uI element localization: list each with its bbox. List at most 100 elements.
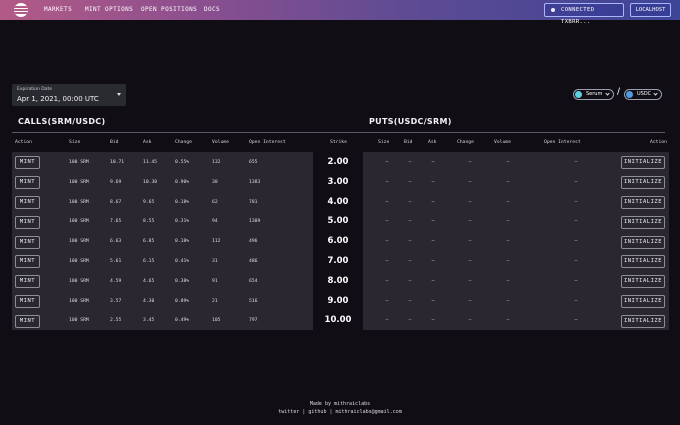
put-open-interest-cell: –	[574, 298, 578, 304]
chevron-down-icon	[605, 91, 610, 96]
footer-link-github[interactable]: github	[308, 409, 326, 415]
puts-header-open-interest: Open Interest	[544, 140, 581, 145]
put-open-interest-cell: –	[574, 239, 578, 245]
strike-price-cell: 9.00	[327, 295, 349, 306]
quote-asset-select[interactable]: USDC	[624, 89, 662, 100]
initialize-button[interactable]: INITIALIZE	[621, 215, 665, 229]
app-logo-icon[interactable]	[14, 3, 28, 17]
top-nav-bar: MARKETS MINT OPTIONS OPEN POSITIONS DOCS…	[0, 0, 680, 25]
initialize-button[interactable]: INITIALIZE	[621, 275, 665, 289]
put-open-interest-cell: –	[574, 259, 578, 264]
call-change-cell: 0.18%	[175, 199, 190, 205]
puts-header-bid: Bid	[404, 140, 413, 145]
strike-header: Strike	[330, 140, 347, 145]
calls-header-size: Size	[69, 140, 81, 145]
usdc-coin-icon	[626, 91, 633, 98]
header-divider	[12, 132, 665, 133]
call-ask-cell: 3.45	[143, 318, 155, 324]
call-open-interest-cell: 496	[249, 239, 258, 245]
network-button[interactable]: LOCALHOST	[630, 3, 671, 17]
call-bid-cell: 3.57	[110, 298, 122, 304]
nav-mint-options[interactable]: MINT OPTIONS	[85, 0, 133, 20]
call-change-cell: 0.38%	[175, 278, 190, 284]
call-change-cell: 0.89%	[175, 298, 190, 304]
call-volume-cell: 105	[212, 318, 221, 324]
strike-price-cell: 3.00	[327, 176, 349, 187]
serum-coin-icon	[575, 91, 582, 98]
nav-docs[interactable]: DOCS	[204, 0, 220, 20]
put-bid-cell: –	[408, 278, 412, 284]
put-volume-cell: –	[506, 179, 510, 185]
call-ask-cell: 11.45	[143, 160, 158, 165]
chevron-down-icon	[653, 91, 658, 96]
put-bid-cell: –	[408, 179, 412, 185]
call-bid-cell: 10.71	[110, 160, 125, 165]
call-open-interest-cell: 1383	[249, 179, 261, 185]
put-open-interest-cell: –	[574, 278, 578, 284]
puts-header-action: Action	[650, 140, 667, 145]
initialize-button[interactable]: INITIALIZE	[621, 195, 665, 209]
expiration-date-select[interactable]: Expiration Date Apr 1, 2021, 00:00 UTC	[12, 84, 126, 106]
initialize-button[interactable]: INITIALIZE	[621, 156, 665, 170]
puts-header-size: Size	[378, 140, 390, 145]
call-volume-cell: 38	[212, 179, 218, 185]
call-change-cell: 0.49%	[175, 318, 190, 324]
put-change-cell: –	[468, 318, 472, 324]
put-change-cell: –	[468, 179, 472, 185]
call-size-cell: 100 SRM	[69, 259, 89, 264]
mint-button[interactable]: MINT	[15, 195, 40, 209]
wallet-status-dot-icon	[551, 8, 555, 12]
puts-title: PUTS(USDC/SRM)	[369, 117, 452, 126]
wallet-button[interactable]: CONNECTED TXBRR...	[544, 3, 624, 25]
put-size-cell: –	[385, 259, 389, 264]
strike-price-cell: 2.00	[327, 157, 349, 167]
put-volume-cell: –	[506, 239, 510, 245]
initialize-button[interactable]: INITIALIZE	[621, 294, 665, 308]
calls-header-bid: Bid	[110, 140, 119, 145]
put-change-cell: –	[468, 259, 472, 264]
put-change-cell: –	[468, 298, 472, 304]
call-size-cell: 100 SRM	[69, 318, 89, 324]
footer-link-twitter[interactable]: twitter	[278, 409, 299, 415]
put-size-cell: –	[385, 199, 389, 205]
call-bid-cell: 9.69	[110, 179, 122, 185]
mint-button[interactable]: MINT	[15, 255, 40, 269]
initialize-button[interactable]: INITIALIZE	[621, 235, 665, 249]
put-change-cell: –	[468, 199, 472, 205]
call-change-cell: 0.90%	[175, 179, 190, 185]
call-ask-cell: 10.30	[143, 179, 158, 185]
call-change-cell: 0.18%	[175, 239, 190, 245]
base-asset-select[interactable]: Serum	[573, 89, 614, 100]
mint-button[interactable]: MINT	[15, 235, 40, 249]
mint-button[interactable]: MINT	[15, 314, 40, 328]
put-ask-cell: –	[431, 219, 435, 225]
put-ask-cell: –	[431, 259, 435, 264]
put-size-cell: –	[385, 239, 389, 245]
nav-markets[interactable]: MARKETS	[44, 0, 72, 20]
call-bid-cell: 7.65	[110, 219, 122, 225]
initialize-button[interactable]: INITIALIZE	[621, 255, 665, 269]
put-size-cell: –	[385, 219, 389, 225]
put-open-interest-cell: –	[574, 199, 578, 205]
nav-open-positions[interactable]: OPEN POSITIONS	[141, 0, 197, 20]
footer-separator: |	[329, 409, 333, 415]
footer-link-email[interactable]: mithraiclabs@gmail.com	[336, 409, 402, 415]
mint-button[interactable]: MINT	[15, 215, 40, 229]
put-volume-cell: –	[506, 199, 510, 205]
mint-button[interactable]: MINT	[15, 275, 40, 289]
put-bid-cell: –	[408, 160, 412, 165]
mint-button[interactable]: MINT	[15, 294, 40, 308]
call-bid-cell: 8.67	[110, 199, 122, 205]
call-volume-cell: 112	[212, 239, 221, 245]
initialize-button[interactable]: INITIALIZE	[621, 314, 665, 328]
option-row: MINT 100 SRM 2.55 3.45 0.49% 105 797 10.00 – – – – –…	[0, 311, 680, 331]
call-volume-cell: 132	[212, 160, 221, 165]
strike-price-cell: 4.00	[327, 196, 349, 207]
put-ask-cell: –	[431, 199, 435, 205]
initialize-button[interactable]: INITIALIZE	[621, 176, 665, 190]
footer-made-by: Made by mithraiclabs	[309, 401, 371, 407]
call-ask-cell: 9.65	[143, 199, 155, 205]
mint-button[interactable]: MINT	[15, 176, 40, 190]
strike-price-cell: 8.00	[327, 275, 349, 286]
mint-button[interactable]: MINT	[15, 156, 40, 170]
